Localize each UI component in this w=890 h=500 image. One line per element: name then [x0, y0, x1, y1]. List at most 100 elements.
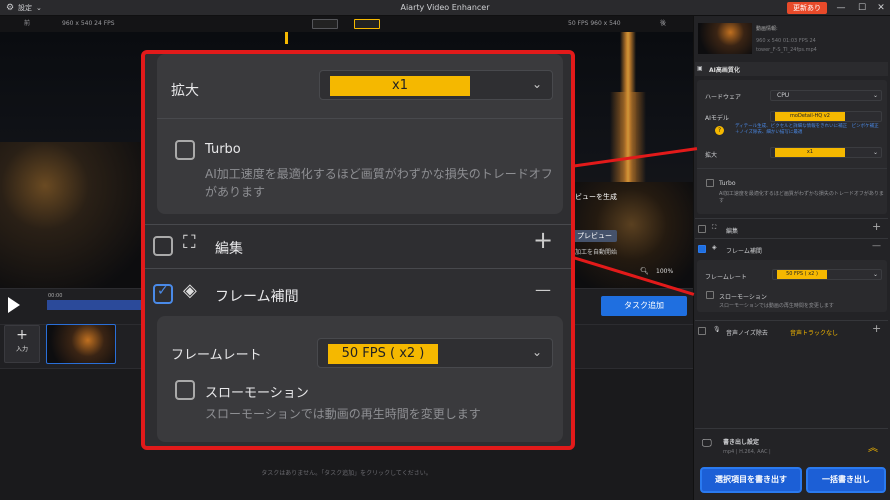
frame-rate-label: フレームレート — [705, 274, 747, 281]
generate-preview-label[interactable]: ビューを生成 — [575, 192, 617, 202]
export-settings-icon: 🖵 — [702, 438, 712, 449]
ai-enhance-icon: ▣ — [697, 65, 703, 72]
divider — [695, 320, 888, 321]
preview-button[interactable]: プレビュー — [572, 230, 617, 242]
help-icon[interactable]: ? — [715, 126, 724, 135]
export-settings-title[interactable]: 書き出し設定 — [723, 437, 759, 446]
zoom-icon[interactable]: 🔍︎ — [640, 267, 649, 275]
hardware-label: ハードウェア — [705, 94, 742, 101]
empty-task-message: タスクはありません。「タスク追加」をクリックしてください。 — [261, 470, 432, 477]
frame-interp-icon: ◈ — [712, 244, 717, 251]
frame-interp-icon: ◈ — [183, 280, 197, 301]
zoom-frame-checkbox[interactable]: ✓ — [153, 283, 173, 304]
zoom-level[interactable]: 100% — [656, 268, 673, 275]
zoom-frame-rate-label: フレームレート — [171, 348, 262, 363]
model-value: moDetail-HQ v2 — [775, 112, 845, 121]
file-meta: 960 x 540 01:03 FPS 24 — [756, 38, 816, 44]
zoom-edit-checkbox[interactable] — [153, 236, 173, 256]
export-all-button[interactable]: 一括書き出し — [806, 467, 886, 493]
zoom-frame-rate-value: 50 FPS ( x2 ) — [328, 344, 438, 364]
frame-checkbox[interactable] — [698, 245, 706, 253]
timeline-scrubber[interactable] — [47, 300, 142, 310]
title-bar: ⚙ 設定 ⌄ Aiarty Video Enhancer 更新あり — ☐ ✕ — [0, 0, 890, 16]
crop-icon: ⛶ — [183, 232, 196, 253]
double-chevron-up-icon[interactable]: ︽ — [868, 439, 878, 454]
zoom-slow-motion-description: スローモーションでは動画の再生時間を変更します — [205, 407, 481, 421]
play-icon[interactable] — [8, 297, 20, 313]
hardware-value: CPU — [777, 92, 790, 99]
noise-value: 音声トラックなし — [790, 330, 839, 337]
zoom-scale-select[interactable]: x1 ⌄ — [319, 70, 553, 100]
divider — [145, 268, 571, 269]
zoom-turbo-checkbox[interactable] — [175, 140, 195, 160]
hardware-select[interactable]: CPU ⌄ — [770, 90, 882, 101]
preview-header: 前 960 x 540 24 FPS 50 FPS 960 x 540 後 — [0, 16, 693, 32]
app-window: ⚙ 設定 ⌄ Aiarty Video Enhancer 更新あり — ☐ ✕ … — [0, 0, 890, 500]
auto-process-label[interactable]: 加工を自動開始 — [575, 247, 617, 256]
chevron-down-icon: ⌄ — [532, 345, 543, 359]
slow-motion-label: スローモーション — [719, 294, 767, 301]
zoom-frame-collapse-icon[interactable]: — — [535, 280, 551, 299]
add-input-label: 入力 — [15, 346, 28, 353]
update-button[interactable]: 更新あり — [787, 2, 827, 14]
chevron-down-icon: ⌄ — [532, 77, 543, 91]
noise-expand-icon[interactable]: + — [872, 322, 881, 335]
checkmark-icon: ✓ — [157, 283, 169, 299]
noise-label[interactable]: 音声ノイズ除去 — [726, 328, 768, 337]
clip-thumbnail[interactable] — [46, 324, 116, 364]
zoom-frame-card — [157, 316, 563, 442]
frame-collapse-icon[interactable]: — — [872, 241, 881, 251]
zoom-frame-label[interactable]: フレーム補間 — [215, 286, 299, 306]
before-label: 前 — [24, 20, 31, 27]
after-label: 後 — [660, 20, 667, 27]
time-label: 00:00 — [48, 293, 63, 299]
ai-section-header[interactable]: ▣ AI高画質化 — [695, 62, 888, 76]
zoom-slow-motion-checkbox[interactable] — [175, 380, 195, 400]
export-selected-button[interactable]: 選択項目を書き出す — [700, 467, 802, 493]
compare-side-icon[interactable] — [354, 19, 380, 29]
scale-select[interactable]: x1 ⌄ — [770, 147, 882, 158]
divider — [697, 168, 887, 169]
zoom-turbo-description: AI加工速度を最適化するほど画質がわずかな損失のトレードオフがあります — [205, 167, 553, 199]
divider — [157, 118, 563, 119]
plus-icon: + — [16, 327, 28, 343]
zoom-scale-label: 拡大 — [171, 83, 199, 99]
turbo-checkbox[interactable] — [706, 179, 714, 187]
divider — [695, 218, 888, 219]
edit-expand-icon[interactable]: + — [872, 220, 881, 233]
zoom-edit-label[interactable]: 編集 — [215, 238, 243, 258]
noise-checkbox[interactable] — [698, 327, 706, 335]
compare-divider[interactable] — [285, 32, 288, 44]
scale-value: x1 — [775, 148, 845, 157]
close-button[interactable]: ✕ — [870, 0, 890, 16]
minimize-button[interactable]: — — [830, 0, 852, 16]
zoom-frame-rate-select[interactable]: 50 FPS ( x2 ) ⌄ — [317, 338, 553, 368]
add-input-button[interactable]: + 入力 — [4, 325, 40, 363]
scale-label: 拡大 — [705, 152, 718, 159]
turbo-label: Turbo — [719, 180, 736, 187]
divider — [695, 238, 888, 239]
edit-label[interactable]: 編集 — [726, 226, 738, 235]
model-label: AIモデル — [705, 115, 729, 122]
compare-split-icon[interactable] — [312, 19, 338, 29]
zoom-turbo-label: Turbo — [205, 142, 241, 157]
chevron-down-icon: ⌄ — [873, 149, 879, 156]
chevron-down-icon: ⌄ — [873, 271, 879, 278]
export-settings-meta: mp4 | H.264, AAC | — [723, 449, 771, 455]
ai-section-title: AI高画質化 — [709, 67, 740, 74]
task-add-button[interactable]: タスク追加 — [601, 296, 687, 316]
zoom-scale-value: x1 — [330, 76, 470, 96]
frame-rate-select[interactable]: 50 FPS ( x2 ) ⌄ — [772, 269, 882, 280]
slow-motion-checkbox[interactable] — [706, 291, 714, 299]
chevron-down-icon: ⌄ — [873, 92, 879, 99]
frame-label[interactable]: フレーム補間 — [726, 246, 762, 255]
edit-checkbox[interactable] — [698, 225, 706, 233]
model-select[interactable]: moDetail-HQ v2 — [770, 111, 882, 122]
zoom-edit-expand-icon[interactable]: + — [533, 226, 553, 254]
model-description: ディテール生成、ビクセルと詳細な情報をきれいに補正 ピンボケ補正＋ノイズ除去、細… — [735, 124, 879, 135]
zoom-slow-motion-label: スローモーション — [205, 386, 309, 401]
file-thumbnail — [698, 23, 752, 54]
app-title: Aiarty Video Enhancer — [400, 3, 490, 12]
source-info: 960 x 540 24 FPS — [62, 20, 115, 27]
frame-rate-value: 50 FPS ( x2 ) — [777, 270, 827, 279]
